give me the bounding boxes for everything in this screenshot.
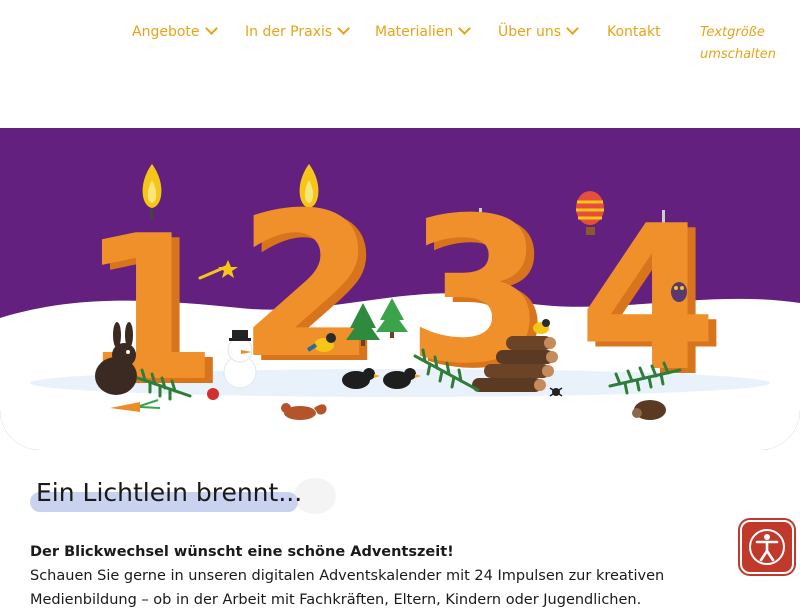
intro-paragraph-line1: Schauen Sie gerne in unseren digitalen A… (30, 568, 665, 584)
nav-item-label: Angebote (132, 24, 200, 40)
advent-hero-illustration: 1 1 2 2 3 3 4 4 (0, 128, 800, 450)
nav-item-materialien[interactable]: Materialien (375, 22, 472, 40)
textsize-toggle-button[interactable]: Textgröße umschalten (700, 22, 790, 66)
textsize-label-line1: Textgröße (700, 25, 765, 40)
main-navigation: Angebote In der Praxis Materialien Über … (0, 0, 800, 128)
nav-item-label: Kontakt (607, 24, 661, 40)
nav-item-label: Materialien (375, 24, 454, 40)
nav-item-label: Über uns (498, 24, 561, 40)
intro-text: Der Blickwechsel wünscht eine schöne Adv… (30, 540, 720, 612)
apple-icon (207, 388, 219, 400)
accessibility-button[interactable] (740, 520, 794, 574)
nav-item-label: In der Praxis (245, 24, 333, 40)
chevron-down-icon (458, 22, 472, 35)
page-heading: Ein Lichtlein brennt... (36, 478, 303, 507)
chevron-down-icon (337, 22, 351, 35)
nav-item-kontakt[interactable]: Kontakt (607, 24, 661, 40)
candle-number-2: 2 (237, 170, 376, 403)
owl-icon (671, 282, 687, 302)
nav-item-ueber-uns[interactable]: Über uns (498, 22, 579, 40)
chevron-down-icon (566, 22, 579, 35)
chevron-down-icon (204, 22, 218, 35)
textsize-label-line2: umschalten (700, 47, 776, 62)
intro-paragraph-line2: Medienbildung – ob in der Arbeit mit Fac… (30, 592, 642, 608)
intro-bold-line: Der Blickwechsel wünscht eine schöne Adv… (30, 544, 454, 560)
section-heading-wrapper: Ein Lichtlein brennt... (28, 478, 336, 514)
nav-item-in-der-praxis[interactable]: In der Praxis (245, 22, 351, 40)
accessibility-person-icon (749, 529, 785, 565)
nav-item-angebote[interactable]: Angebote (132, 22, 218, 40)
